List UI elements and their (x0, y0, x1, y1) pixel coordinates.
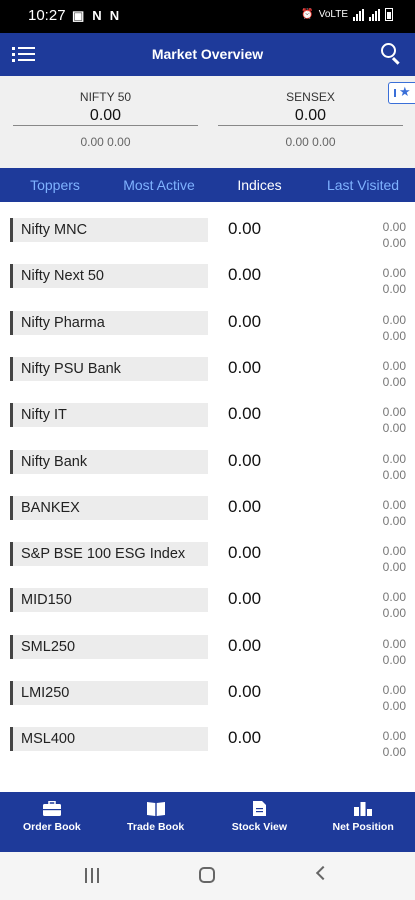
index-row-name: Nifty Bank (10, 449, 208, 474)
list-item[interactable]: S&P BSE 100 ESG Index 0.00 0.00 0.00 (0, 526, 415, 574)
index-card-nifty50[interactable]: NIFTY 50 0.00 0.00 0.00 (13, 88, 198, 149)
tab-most-active[interactable]: Most Active (110, 168, 208, 202)
system-navigation-bar (0, 852, 415, 900)
list-item[interactable]: LMI250 0.00 0.00 0.00 (0, 665, 415, 713)
index-row-name: Nifty PSU Bank (10, 356, 208, 381)
nav-label: Stock View (231, 821, 287, 833)
index-row-name: S&P BSE 100 ESG Index (10, 542, 208, 567)
list-item[interactable]: Nifty Pharma 0.00 0.00 0.00 (0, 295, 415, 343)
status-time: 10:27 (28, 7, 66, 24)
nav-net-position[interactable]: Net Position (311, 792, 415, 852)
battery-icon (385, 8, 393, 21)
index-row-value: 0.00 (228, 311, 262, 331)
book-icon (104, 800, 208, 816)
index-row-value: 0.00 (228, 357, 262, 377)
status-bar: 10:27 ▣ N N ⏰ VoLTE (0, 0, 415, 33)
index-row-value: 0.00 (228, 404, 262, 424)
nav-order-book[interactable]: Order Book (0, 792, 104, 852)
index-summary-panel: NIFTY 50 0.00 0.00 0.00 SENSEX 0.00 0.00… (0, 76, 415, 168)
index-row-change: 0.00 (382, 312, 406, 327)
list-item[interactable]: MID150 0.00 0.00 0.00 (0, 572, 415, 620)
index-value: 0.00 (218, 106, 403, 126)
index-name: SENSEX (286, 90, 335, 104)
index-row-value: 0.00 (228, 543, 262, 563)
volte-label: VoLTE (318, 9, 348, 20)
notification-icons: ▣ N N (72, 8, 119, 24)
index-row-change: 0.00 (382, 590, 406, 605)
list-item[interactable]: BANKEX 0.00 0.00 0.00 (0, 480, 415, 528)
index-name: NIFTY 50 (79, 90, 132, 104)
index-row-change: 0.00 (382, 358, 406, 373)
index-row-name: LMI250 (10, 681, 208, 705)
list-item[interactable]: Nifty PSU Bank 0.00 0.00 0.00 (0, 341, 415, 389)
system-status-icons: ⏰ VoLTE (301, 8, 393, 21)
index-row-change: 0.00 (382, 405, 406, 420)
home-icon[interactable] (199, 867, 215, 883)
favorite-star-icon[interactable]: ★ (388, 82, 415, 104)
app-header: Market Overview (0, 33, 415, 76)
nav-stock-view[interactable]: Stock View (208, 792, 312, 852)
index-row-change: 0.00 (382, 497, 406, 512)
index-row-value: 0.00 (228, 635, 262, 655)
index-row-value: 0.00 (228, 219, 262, 238)
bar-chart-icon (311, 800, 415, 816)
recent-apps-icon[interactable] (84, 868, 100, 883)
list-item[interactable]: SML250 0.00 0.00 0.00 (0, 619, 415, 667)
index-row-value: 0.00 (228, 682, 262, 701)
index-row-value: 0.00 (228, 496, 262, 516)
index-row-name: MID150 (10, 588, 208, 613)
index-row-change: 0.00 (382, 683, 406, 697)
index-row-change: 0.00 (382, 544, 406, 559)
document-icon (208, 800, 312, 816)
list-item[interactable]: Nifty IT 0.00 0.00 0.00 (0, 387, 415, 435)
briefcase-icon (0, 800, 104, 816)
tab-toppers[interactable]: Toppers (0, 168, 110, 202)
index-row-change-pct: 0.00 (382, 745, 406, 760)
index-row-change: 0.00 (382, 729, 406, 744)
list-item[interactable]: MSL400 0.00 0.00 0.00 (0, 711, 415, 760)
n-icon: N (109, 8, 120, 23)
index-row-name: Nifty Next 50 (10, 264, 208, 289)
image-icon: ▣ (72, 8, 85, 23)
index-change: 0.00 0.00 (285, 135, 336, 149)
tab-last-visited[interactable]: Last Visited (311, 168, 415, 202)
index-row-name: Nifty MNC (10, 218, 208, 242)
index-row-name: BANKEX (10, 495, 208, 520)
index-row-value: 0.00 (228, 728, 262, 748)
index-row-name: Nifty IT (10, 403, 208, 428)
index-row-value: 0.00 (228, 450, 262, 470)
search-icon[interactable] (381, 43, 403, 65)
tab-indices[interactable]: Indices (208, 168, 311, 202)
nav-label: Order Book (22, 821, 81, 833)
alarm-icon: ⏰ (301, 9, 314, 20)
index-row-value: 0.00 (228, 265, 262, 285)
signal-icon (369, 8, 380, 21)
list-item[interactable]: Nifty Bank 0.00 0.00 0.00 (0, 434, 415, 482)
back-icon[interactable] (315, 865, 331, 881)
nav-label: Trade Book (127, 821, 185, 833)
list-item[interactable]: Nifty MNC 0.00 0.00 0.00 (0, 202, 415, 250)
index-row-change: 0.00 (382, 451, 406, 466)
index-value: 0.00 (13, 106, 198, 126)
index-row-value: 0.00 (228, 589, 262, 609)
index-card-sensex[interactable]: SENSEX 0.00 0.00 0.00 (218, 88, 403, 149)
index-row-change: 0.00 (382, 220, 406, 234)
bottom-navigation: Order Book Trade Book Stock View Net Pos… (0, 792, 415, 852)
index-row-name: Nifty Pharma (10, 310, 208, 335)
index-row-change: 0.00 (382, 266, 406, 281)
index-row-change: 0.00 (382, 636, 406, 651)
nav-label: Net Position (332, 821, 394, 833)
list-item[interactable]: Nifty Next 50 0.00 0.00 0.00 (0, 248, 415, 296)
index-change: 0.00 0.00 (80, 135, 131, 149)
index-row-name: MSL400 (10, 727, 208, 752)
index-row-name: SML250 (10, 634, 208, 659)
page-title: Market Overview (151, 46, 264, 62)
nav-trade-book[interactable]: Trade Book (104, 792, 208, 852)
signal-icon (353, 8, 364, 21)
n-icon: N (92, 8, 102, 23)
market-tabs: Toppers Most Active Indices Last Visited (0, 168, 415, 202)
